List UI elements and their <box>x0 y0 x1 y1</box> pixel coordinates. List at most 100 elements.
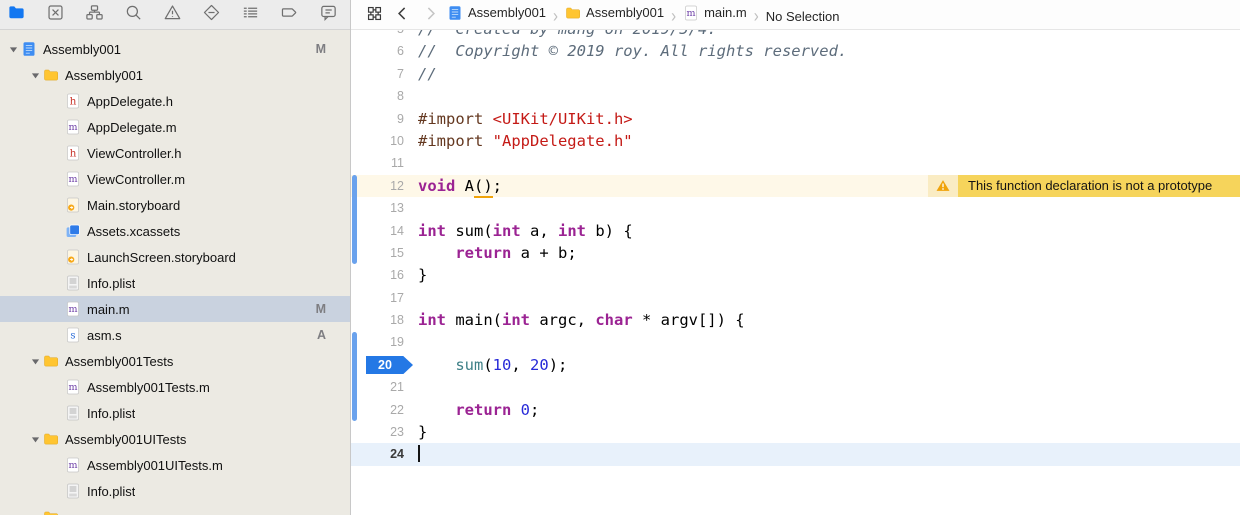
code-line-22[interactable]: 22 return 0; <box>351 399 1240 421</box>
code-area[interactable]: 5// Created by mang on 2019/5/4.6 // Copy… <box>351 30 1240 466</box>
code-line-18[interactable]: 18 int main(int argc, char * argv[]) { <box>351 309 1240 331</box>
code-line-17[interactable]: 17 <box>351 287 1240 309</box>
test-navigator-icon <box>202 3 221 27</box>
issue-navigator-button[interactable] <box>162 4 182 25</box>
breadcrumb-item[interactable]: No Selection <box>766 9 840 24</box>
tree-item-viewcontroller-m[interactable]: m ViewController.m <box>0 166 350 192</box>
line-number[interactable]: 14 <box>351 220 404 242</box>
breakpoint-gutter[interactable]: 20 <box>351 354 413 376</box>
code-line-21[interactable]: 21 <box>351 376 1240 398</box>
tree-item-label: Assembly001 <box>65 67 144 83</box>
report-navigator-button[interactable] <box>318 5 338 25</box>
objc-file-icon: m <box>683 5 699 21</box>
line-number[interactable]: 12 <box>351 175 404 197</box>
warning-chip[interactable] <box>928 174 958 198</box>
line-number[interactable]: 17 <box>351 287 404 309</box>
code-text: // Created by mang on 2019/5/4. <box>404 30 717 40</box>
disclosure-triangle-icon[interactable] <box>28 511 43 515</box>
code-line-10[interactable]: 10 #import "AppDelegate.h" <box>351 130 1240 152</box>
code-line-9[interactable]: 9 #import <UIKit/UIKit.h> <box>351 108 1240 130</box>
code-line-19[interactable]: 19 <box>351 331 1240 353</box>
tree-item-info-plist[interactable]: Info.plist <box>0 400 350 426</box>
tree-item-info-plist[interactable]: Info.plist <box>0 478 350 504</box>
line-number[interactable]: 15 <box>351 242 404 264</box>
breakpoint-navigator-button[interactable] <box>279 5 299 25</box>
code-line-14[interactable]: 14 int sum(int a, int b) { <box>351 220 1240 242</box>
line-number[interactable]: 13 <box>351 197 404 219</box>
tree-item-launchscreen-storyboard[interactable]: LaunchScreen.storyboard <box>0 244 350 270</box>
related-items-button[interactable] <box>363 4 385 26</box>
tree-item-assets-xcassets[interactable]: Assets.xcassets <box>0 218 350 244</box>
status-badge: M <box>315 42 326 56</box>
debug-navigator-button[interactable] <box>240 5 260 25</box>
breakpoint-marker[interactable]: 20 <box>366 355 413 375</box>
project-navigator-button[interactable] <box>6 5 26 25</box>
disclosure-triangle-icon[interactable] <box>28 69 43 81</box>
line-number[interactable]: 11 <box>351 152 404 174</box>
disclosure-triangle-icon[interactable] <box>28 355 43 367</box>
line-number[interactable]: 7 <box>351 63 404 85</box>
tree-item-main-m[interactable]: m main.m M <box>0 296 350 322</box>
tree-item-assembly001tests[interactable]: Assembly001Tests <box>0 348 350 374</box>
back-button[interactable] <box>391 4 413 26</box>
line-number[interactable]: 24 <box>351 443 404 465</box>
forward-button[interactable] <box>419 4 441 26</box>
code-line-6[interactable]: 6 // Copyright © 2019 roy. All rights res… <box>351 40 1240 62</box>
code-line-11[interactable]: 11 <box>351 152 1240 174</box>
tree-item-partial[interactable] <box>0 504 350 515</box>
code-line-16[interactable]: 16} <box>351 264 1240 286</box>
line-number[interactable]: 9 <box>351 108 404 130</box>
tree-item-assembly001tests-m[interactable]: m Assembly001Tests.m <box>0 374 350 400</box>
tree-item-label: AppDelegate.h <box>87 93 174 109</box>
line-number[interactable]: 10 <box>351 130 404 152</box>
breadcrumb-item[interactable]: Assembly001 <box>447 5 546 21</box>
find-navigator-button[interactable] <box>123 5 143 25</box>
code-line-24[interactable]: 24 <box>351 443 1240 466</box>
line-number[interactable]: 21 <box>351 376 404 398</box>
tree-item-assembly001[interactable]: Assembly001 <box>0 62 350 88</box>
source-control-navigator-button[interactable] <box>45 4 65 25</box>
tree-item-main-storyboard[interactable]: Main.storyboard <box>0 192 350 218</box>
breadcrumb-item[interactable]: Assembly001 <box>565 5 664 21</box>
code-line-23[interactable]: 23} <box>351 421 1240 443</box>
code-line-5[interactable]: 5// Created by mang on 2019/5/4. <box>351 30 1240 40</box>
tree-item-appdelegate-h[interactable]: h AppDelegate.h <box>0 88 350 114</box>
breadcrumb-label: main.m <box>704 5 747 20</box>
warning-annotation[interactable]: This function declaration is not a proto… <box>928 174 1240 198</box>
tree-item-label: ViewController.m <box>87 171 186 187</box>
tree-item-assembly001uitests[interactable]: Assembly001UITests <box>0 426 350 452</box>
code-text: // Copyright © 2019 roy. All rights rese… <box>418 42 848 61</box>
line-number[interactable]: 16 <box>351 264 404 286</box>
tree-item-appdelegate-m[interactable]: m AppDelegate.m <box>0 114 350 140</box>
line-number[interactable]: 6 <box>351 40 404 62</box>
line-number[interactable]: 23 <box>351 421 404 443</box>
warning-message: This function declaration is not a proto… <box>958 174 1240 198</box>
tree-item-label: main.m <box>87 301 130 317</box>
code-line-15[interactable]: 15 return a + b; <box>351 242 1240 264</box>
symbol-navigator-button[interactable] <box>84 4 104 25</box>
line-number[interactable]: 19 <box>351 331 404 353</box>
tree-item-assembly001[interactable]: Assembly001 M <box>0 36 350 62</box>
code-line-20[interactable]: 20 sum(10, 20); <box>351 354 1240 376</box>
code-editor[interactable]: 5// Created by mang on 2019/5/4.6 // Copy… <box>351 30 1240 515</box>
code-line-8[interactable]: 8 <box>351 85 1240 107</box>
code-line-7[interactable]: 7 // <box>351 63 1240 85</box>
line-number[interactable]: 22 <box>351 399 404 421</box>
disclosure-triangle-icon[interactable] <box>6 43 21 55</box>
tree-item-viewcontroller-h[interactable]: h ViewController.h <box>0 140 350 166</box>
tree-item-info-plist[interactable]: Info.plist <box>0 270 350 296</box>
line-number[interactable]: 18 <box>351 309 404 331</box>
code-line-13[interactable]: 13 <box>351 197 1240 219</box>
tree-item-assembly001uitests-m[interactable]: m Assembly001UITests.m <box>0 452 350 478</box>
tree-item-asm-s[interactable]: s asm.s A <box>0 322 350 348</box>
breadcrumb-item[interactable]: m main.m <box>683 5 747 21</box>
test-navigator-button[interactable] <box>201 3 221 27</box>
line-number[interactable]: 8 <box>351 85 404 107</box>
disclosure-triangle-icon[interactable] <box>28 433 43 445</box>
line-number[interactable]: 5 <box>351 30 404 40</box>
